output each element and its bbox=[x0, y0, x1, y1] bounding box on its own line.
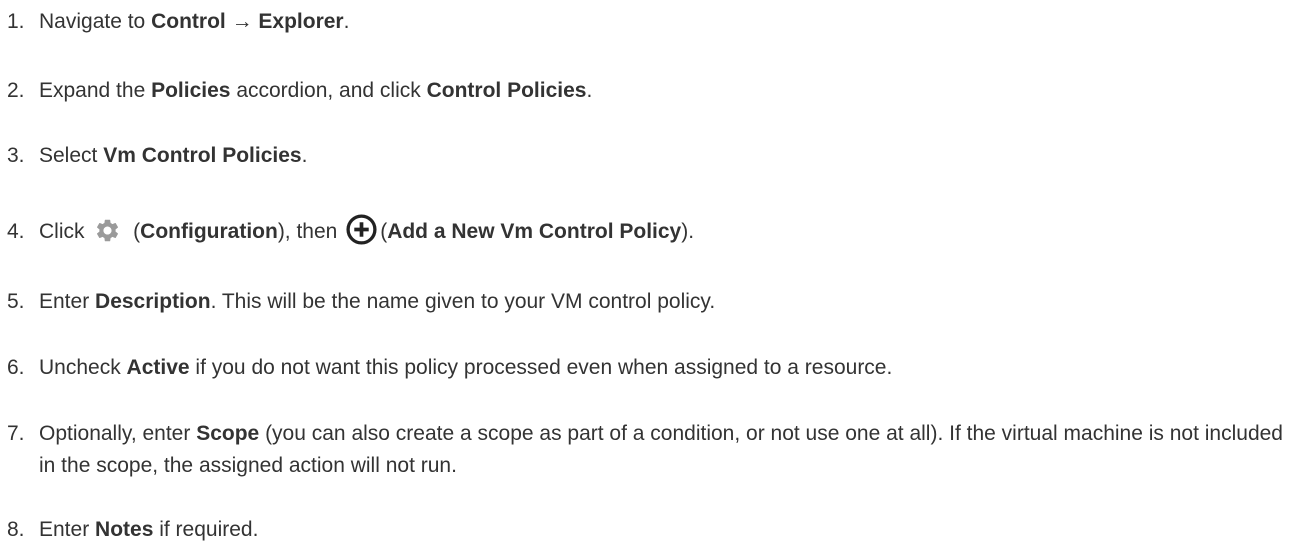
step-text: Enter bbox=[39, 518, 96, 541]
scope-label: Scope bbox=[196, 422, 260, 445]
vm-control-policies-label: Vm Control Policies bbox=[103, 144, 302, 167]
step-1: 1. Navigate to Control → Explorer. bbox=[7, 6, 1293, 38]
control-policies-label: Control Policies bbox=[426, 79, 587, 102]
step-text: Optionally, enter bbox=[39, 422, 197, 445]
step-8: 8. Enter Notes if required. bbox=[7, 514, 1293, 546]
menu-control: Control bbox=[151, 10, 226, 33]
gear-icon bbox=[94, 217, 121, 244]
step-text: accordion, and click bbox=[230, 79, 427, 102]
step-text: Click bbox=[39, 220, 91, 243]
step-5: 5. Enter Description. This will be the na… bbox=[7, 286, 1293, 318]
step-number: 8. bbox=[7, 518, 25, 541]
description-label: Description bbox=[95, 290, 211, 313]
step-number: 1. bbox=[7, 10, 25, 33]
configuration-label: Configuration bbox=[140, 220, 278, 243]
step-7: 7. Optionally, enter Scope (you can also … bbox=[7, 418, 1293, 482]
step-number: 7. bbox=[7, 422, 25, 445]
step-text: . This will be the name given to your VM… bbox=[210, 290, 716, 313]
step-6: 6. Uncheck Active if you do not want this… bbox=[7, 352, 1293, 384]
step-text: . bbox=[343, 10, 350, 33]
step-2: 2. Expand the Policies accordion, and cli… bbox=[7, 75, 1293, 107]
step-text: if required. bbox=[153, 518, 259, 541]
step-text: ). bbox=[681, 220, 695, 243]
plus-circle-icon bbox=[345, 213, 378, 246]
step-number: 6. bbox=[7, 356, 25, 379]
step-text: Select bbox=[39, 144, 104, 167]
step-number: 2. bbox=[7, 79, 25, 102]
menu-explorer: Explorer bbox=[258, 10, 344, 33]
step-text: if you do not want this policy processed… bbox=[189, 356, 893, 379]
step-text: . bbox=[586, 79, 593, 102]
accordion-policies: Policies bbox=[151, 79, 231, 102]
step-text: Navigate to bbox=[39, 10, 152, 33]
active-label: Active bbox=[126, 356, 190, 379]
step-4: 4. Click (Configuration), then (Add a New… bbox=[7, 213, 1293, 248]
notes-label: Notes bbox=[95, 518, 154, 541]
step-text: ), then bbox=[277, 220, 344, 243]
step-text: Expand the bbox=[39, 79, 152, 102]
step-number: 4. bbox=[7, 220, 25, 243]
step-number: 5. bbox=[7, 290, 25, 313]
add-policy-label: Add a New Vm Control Policy bbox=[387, 220, 682, 243]
step-text: Enter bbox=[39, 290, 96, 313]
step-text: → bbox=[225, 10, 259, 33]
step-number: 3. bbox=[7, 144, 25, 167]
step-text: ( bbox=[127, 220, 141, 243]
step-text: Uncheck bbox=[39, 356, 127, 379]
step-3: 3. Select Vm Control Policies. bbox=[7, 140, 1293, 172]
step-text: . bbox=[301, 144, 308, 167]
